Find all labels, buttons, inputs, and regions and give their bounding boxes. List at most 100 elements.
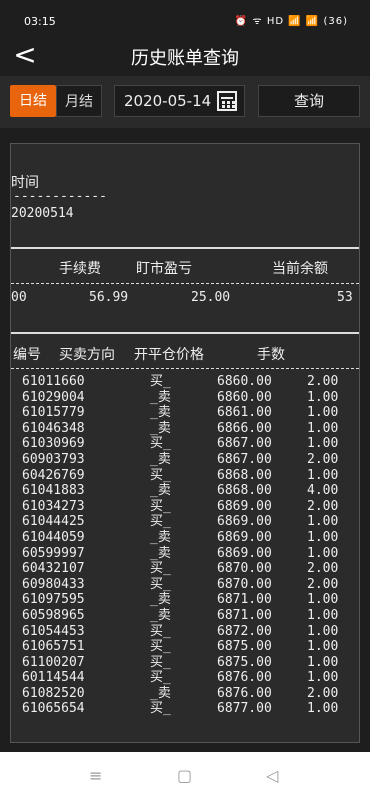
trade-id: 61044059: [22, 529, 85, 545]
table-row: 61082520 _卖 6876.00 2.00: [11, 686, 359, 702]
trade-side: 买_: [150, 576, 171, 592]
trade-qty: 1.00: [307, 607, 339, 623]
trade-qty: 2.00: [307, 498, 339, 514]
balance-value: 53: [337, 290, 353, 305]
trade-price: 6861.00: [217, 405, 272, 421]
back-nav-icon[interactable]: ◁: [266, 766, 278, 785]
table-row: 61044059 _卖 6869.00 1.00: [11, 530, 359, 546]
trade-price: 6868.00: [217, 467, 272, 483]
trade-id: 61029004: [22, 389, 85, 405]
status-bar: 03:15 ⏰ ᯤ HD 📶 📶 (36): [0, 0, 370, 36]
table-row: 61015779 _卖 6861.00 1.00: [11, 405, 359, 421]
balance-header: 当前余额: [272, 261, 328, 277]
trade-side: 买_: [150, 701, 171, 717]
trade-side: _卖: [150, 389, 171, 405]
menu-icon[interactable]: ≡: [89, 766, 102, 785]
qty-header: 手数: [257, 347, 285, 363]
date-value: 2020-05-14: [124, 92, 212, 110]
trade-id: 61046348: [22, 420, 85, 436]
divider: [11, 247, 359, 249]
home-icon[interactable]: ▢: [177, 766, 192, 785]
table-row: 60426769 买_ 6868.00 1.00: [11, 468, 359, 484]
trade-qty: 1.00: [307, 405, 339, 421]
dashed-divider: [11, 368, 359, 369]
trade-price: 6869.00: [217, 498, 272, 514]
table-row: 61065751 买_ 6875.00 1.00: [11, 639, 359, 655]
table-row: 60598965 _卖 6871.00 1.00: [11, 608, 359, 624]
trade-side: 买_: [150, 374, 171, 389]
trade-qty: 1.00: [307, 514, 339, 530]
date-dashes: ------------: [13, 189, 107, 204]
table-row: 60599997 _卖 6869.00 1.00: [11, 546, 359, 562]
trade-side: _卖: [150, 592, 171, 608]
trade-id: 61044425: [22, 514, 85, 530]
trade-id: 60980433: [22, 576, 85, 592]
trade-qty: 1.00: [307, 545, 339, 561]
calendar-icon[interactable]: [217, 91, 237, 111]
price-header: 开平仓价格: [134, 347, 204, 363]
trade-id: 61065654: [22, 701, 85, 717]
statement-date: 20200514: [11, 206, 74, 221]
trade-side: _卖: [150, 405, 171, 421]
trade-price: 6860.00: [217, 374, 272, 389]
mtm-header: 盯市盈亏: [136, 261, 192, 277]
table-row: 61100207 买_ 6875.00 1.00: [11, 655, 359, 671]
trade-price: 6870.00: [217, 576, 272, 592]
value-prefix: 00: [11, 290, 27, 305]
trade-id: 61041883: [22, 483, 85, 499]
trade-qty: 1.00: [307, 529, 339, 545]
trade-side: 买_: [150, 498, 171, 514]
trade-qty: 2.00: [307, 451, 339, 467]
trade-price: 6877.00: [217, 701, 272, 717]
trade-side: _卖: [150, 545, 171, 561]
trade-price: 6870.00: [217, 561, 272, 577]
date-picker[interactable]: 2020-05-14: [114, 85, 245, 117]
trade-id: 60426769: [22, 467, 85, 483]
trade-price: 6875.00: [217, 654, 272, 670]
trade-price: 6876.00: [217, 670, 272, 686]
trade-price: 6866.00: [217, 420, 272, 436]
trade-qty: 1.00: [307, 389, 339, 405]
trade-price: 6875.00: [217, 639, 272, 655]
trade-side: _卖: [150, 483, 171, 499]
table-row: 61097595 _卖 6871.00 1.00: [11, 592, 359, 608]
table-row: 61044425 买_ 6869.00 1.00: [11, 514, 359, 530]
trade-id: 61011660: [22, 374, 85, 389]
trade-qty: 2.00: [307, 685, 339, 701]
trade-qty: 1.00: [307, 420, 339, 436]
trade-side: _卖: [150, 607, 171, 623]
daily-tab[interactable]: 日结: [10, 85, 56, 117]
trade-side: 买_: [150, 654, 171, 670]
trade-qty: 1.00: [307, 670, 339, 686]
statement-panel[interactable]: 时间 ------------ 20200514 手续费 盯市盈亏 当前余额 0…: [10, 143, 360, 743]
monthly-tab[interactable]: 月结: [56, 85, 102, 117]
system-nav-bar: ≡ ▢ ◁: [0, 752, 370, 800]
trade-id: 60598965: [22, 607, 85, 623]
trade-id: 61015779: [22, 405, 85, 421]
trade-price: 6868.00: [217, 483, 272, 499]
trade-qty: 1.00: [307, 436, 339, 452]
trade-side: 买_: [150, 561, 171, 577]
trade-qty: 1.00: [307, 701, 339, 717]
side-header: 买卖方向: [59, 347, 115, 363]
trade-price: 6867.00: [217, 436, 272, 452]
filter-bar: 日结 月结 2020-05-14 查询: [0, 76, 370, 128]
trade-id: 61030969: [22, 436, 85, 452]
table-row: 61065654 买_ 6877.00 1.00: [11, 701, 359, 717]
table-row: 61034273 买_ 6869.00 2.00: [11, 499, 359, 515]
trade-id: 61054453: [22, 623, 85, 639]
table-row: 60903793 _卖 6867.00 2.00: [11, 452, 359, 468]
trade-side: 买_: [150, 436, 171, 452]
trade-qty: 4.00: [307, 483, 339, 499]
table-row: 60432107 买_ 6870.00 2.00: [11, 561, 359, 577]
table-row: 61030969 买_ 6867.00 1.00: [11, 436, 359, 452]
trade-side: 买_: [150, 670, 171, 686]
query-button[interactable]: 查询: [258, 85, 360, 117]
nav-bar: < 历史账单查询: [0, 36, 370, 76]
trade-qty: 1.00: [307, 654, 339, 670]
trade-side: 买_: [150, 467, 171, 483]
dashed-divider: [11, 283, 359, 284]
trade-id: 61082520: [22, 685, 85, 701]
trade-side: _卖: [150, 685, 171, 701]
trade-qty: 2.00: [307, 561, 339, 577]
